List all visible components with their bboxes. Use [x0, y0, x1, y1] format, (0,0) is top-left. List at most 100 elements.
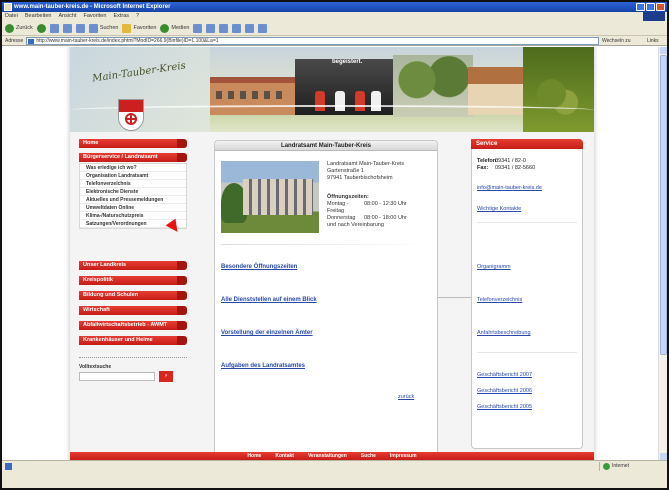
mail-icon[interactable]: [206, 23, 216, 33]
link-organigramm[interactable]: Organigramm: [477, 264, 511, 270]
nav-sub-item[interactable]: Klima-/Naturschutzpreis: [80, 212, 186, 220]
status-bar: Internet: [2, 460, 667, 488]
wheel-icon: [125, 113, 137, 125]
nav-sub-item[interactable]: Organisation Landratsamt: [80, 172, 186, 180]
maximize-button[interactable]: [646, 3, 655, 11]
close-button[interactable]: [656, 3, 665, 11]
menu-bar: Datei Bearbeiten Ansicht Favoriten Extra…: [2, 12, 667, 21]
link-wichtige-kontakte[interactable]: Wichtige Kontakte: [477, 206, 521, 212]
link-telefonverzeichnis[interactable]: Telefonverzeichnis: [477, 297, 522, 303]
nav-sub-item[interactable]: Was erledige ich wo?: [80, 164, 186, 172]
scroll-thumb[interactable]: [660, 55, 667, 355]
browser-window: www.main-tauber-kreis.de - Microsoft Int…: [0, 0, 669, 490]
link-geschaeftsbericht-2005[interactable]: Geschäftsbericht 2005: [477, 404, 532, 410]
security-zone: Internet: [599, 462, 663, 471]
opening-hours: Öffnungszeiten: Montag - Freitag 08:00 - …: [327, 194, 407, 228]
nav-home[interactable]: Home: [79, 139, 187, 148]
title-bar: www.main-tauber-kreis.de - Microsoft Int…: [2, 2, 667, 12]
nav-buergerservice[interactable]: Bürgerservice / Landratsamt: [79, 153, 187, 162]
service-contact: Telefon: 09341 / 82-0 Fax: 09341 / 82-5660: [477, 158, 536, 171]
menu-bearbeiten[interactable]: Bearbeiten: [25, 12, 52, 21]
page-viewport: Main-Tauber-Kreis begeistert. Home Bürge…: [2, 47, 667, 460]
menu-favoriten[interactable]: Favoriten: [84, 12, 107, 21]
footer-veranstaltungen[interactable]: Veranstaltungen: [308, 452, 347, 460]
footer-suche[interactable]: Suche: [361, 452, 376, 460]
menu-ansicht[interactable]: Ansicht: [58, 12, 76, 21]
go-button[interactable]: Wechseln zu: [599, 38, 647, 44]
page-done-icon: [5, 463, 12, 470]
address-input[interactable]: http://www.main-tauber-kreis.de/index.ph…: [26, 36, 599, 45]
quick-search-input[interactable]: [79, 372, 155, 381]
nav-abfallwirtschaft[interactable]: Abfallwirtschaftsbetrieb - AWMT: [79, 321, 187, 330]
window-controls: [636, 3, 665, 11]
office-building-photo: [221, 161, 319, 233]
coat-of-arms-logo[interactable]: [118, 99, 144, 131]
link-anfahrtsbeschreibung[interactable]: Anfahrtsbeschreibung: [477, 330, 531, 336]
nav-unser-landkreis[interactable]: Unser Landkreis: [79, 261, 187, 270]
nav-sub-item[interactable]: Elektronische Dienste: [80, 188, 186, 196]
refresh-icon[interactable]: [62, 23, 72, 33]
scroll-up-icon[interactable]: [660, 47, 667, 54]
media-button[interactable]: Medien: [160, 23, 189, 33]
service-panel: Service Telefon: 09341 / 82-0 Fax: 09341 /…: [471, 139, 583, 449]
nav-kreispolitik[interactable]: Kreispolitik: [79, 276, 187, 285]
edit-icon[interactable]: [232, 23, 242, 33]
ie-icon: [4, 3, 12, 11]
history-icon[interactable]: [193, 23, 203, 33]
content-title: Landratsamt Main-Tauber-Kreis: [215, 141, 437, 151]
website: Main-Tauber-Kreis begeistert. Home Bürge…: [66, 47, 598, 460]
scroll-down-icon[interactable]: [660, 453, 667, 460]
nav-krankenhaeuser[interactable]: Krankenhäuser und Heime: [79, 336, 187, 345]
footer-nav: Home Kontakt Veranstaltungen Suche Impre…: [70, 452, 594, 460]
home-icon[interactable]: [75, 23, 85, 33]
footer-kontakt[interactable]: Kontakt: [275, 452, 294, 460]
quick-search: Volltextsuche ›: [79, 357, 187, 382]
star-icon: [122, 23, 132, 33]
header-banner: Main-Tauber-Kreis begeistert.: [70, 47, 594, 132]
media-icon: [160, 23, 170, 33]
search-icon: [88, 23, 98, 33]
print-icon[interactable]: [219, 23, 229, 33]
link-aufgaben-landratsamt[interactable]: Aufgaben des Landratsamtes: [221, 363, 305, 369]
menu-datei[interactable]: Datei: [5, 12, 18, 21]
back-link[interactable]: zurück: [398, 394, 414, 400]
window-title: www.main-tauber-kreis.de - Microsoft Int…: [14, 4, 171, 10]
service-title: Service: [471, 139, 583, 149]
nav-sub-item[interactable]: Aktuelles und Pressemeldungen: [80, 196, 186, 204]
favorites-button[interactable]: Favoriten: [122, 23, 156, 33]
quick-search-label: Volltextsuche: [79, 364, 112, 370]
link-vorstellung-aemter[interactable]: Vorstellung der einzelnen Ämter: [221, 330, 313, 336]
search-button[interactable]: Suchen: [88, 23, 118, 33]
banner-sport-label: begeistert.: [332, 59, 363, 65]
address-label: Adresse: [5, 37, 24, 44]
link-geschaeftsbericht-2007[interactable]: Geschäftsbericht 2007: [477, 372, 532, 378]
vertical-scrollbar[interactable]: [658, 47, 667, 460]
office-address: Landratsamt Main-Tauber-Kreis Gartenstra…: [327, 161, 405, 181]
menu-extras[interactable]: Extras: [113, 12, 129, 21]
footer-home[interactable]: Home: [247, 452, 261, 460]
address-bar: Adresse http://www.main-tauber-kreis.de/…: [2, 36, 667, 46]
windows-logo: [643, 12, 665, 21]
link-geschaeftsbericht-2006[interactable]: Geschäftsbericht 2006: [477, 388, 532, 394]
back-button[interactable]: Zurück: [5, 23, 33, 33]
link-besondere-oeffnungszeiten[interactable]: Besondere Öffnungszeiten: [221, 264, 297, 270]
forward-arrow-icon[interactable]: [36, 23, 46, 33]
messenger-icon[interactable]: [258, 23, 268, 33]
discuss-icon[interactable]: [245, 23, 255, 33]
stop-icon[interactable]: [49, 23, 59, 33]
content-panel: Landratsamt Main-Tauber-Kreis Landratsam…: [214, 140, 438, 460]
nav-sub-item[interactable]: Telefonverzeichnis: [80, 180, 186, 188]
nav-wirtschaft[interactable]: Wirtschaft: [79, 306, 187, 315]
toolbar: Zurück Suchen Favoriten Medien: [2, 21, 667, 36]
footer-impressum[interactable]: Impressum: [390, 452, 417, 460]
nav-bildung[interactable]: Bildung und Schulen: [79, 291, 187, 300]
quick-search-go-button[interactable]: ›: [159, 371, 173, 382]
links-button[interactable]: Links: [647, 38, 667, 44]
minimize-button[interactable]: [636, 3, 645, 11]
nav-submenu: Was erledige ich wo? Organisation Landra…: [79, 163, 187, 229]
link-alle-dienststellen[interactable]: Alle Dienststellen auf einem Blick: [221, 297, 317, 303]
back-arrow-icon: [5, 23, 14, 33]
nav-sub-item[interactable]: Umweltdaten Online: [80, 204, 186, 212]
email-link[interactable]: info@main-tauber-kreis.de: [477, 185, 542, 191]
menu-help[interactable]: ?: [136, 12, 139, 21]
